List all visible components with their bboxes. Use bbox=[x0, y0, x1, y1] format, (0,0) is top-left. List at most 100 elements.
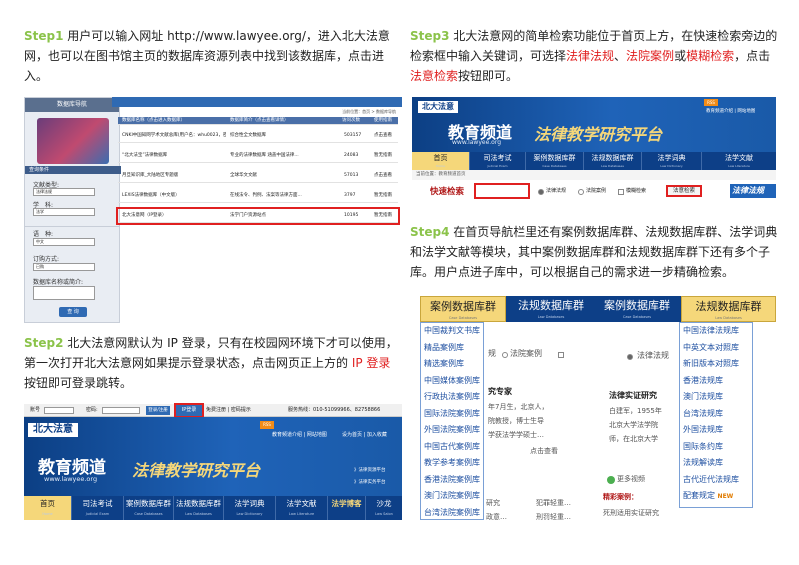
fuzzy-checkbox[interactable] bbox=[558, 352, 564, 358]
doc-type-select[interactable]: 法律法规 bbox=[33, 188, 95, 196]
law-db-item[interactable]: 澳门法规库 bbox=[680, 389, 752, 406]
quick-search-input[interactable] bbox=[474, 183, 530, 199]
nav-en: Law Databases bbox=[601, 164, 624, 168]
case-db-item[interactable]: 中国裁判文书库 bbox=[421, 323, 483, 340]
law-db-item[interactable]: 中国法律法规库 bbox=[680, 323, 752, 340]
radio-laws[interactable] bbox=[627, 354, 633, 360]
col-header-visits: 访问次数 bbox=[342, 118, 360, 123]
radio-cases[interactable] bbox=[502, 352, 508, 358]
row-guide[interactable]: 暂无指南 bbox=[374, 149, 400, 163]
table-row[interactable]: CNKI中国知网学术文献总库(用户名：whu0023，密码... 综合性全文数据… bbox=[118, 129, 398, 143]
nav-blog[interactable]: 法学博客 bbox=[328, 496, 366, 520]
language-select[interactable]: 中文 bbox=[33, 238, 95, 246]
case-db-item[interactable]: 精品案例库 bbox=[421, 340, 483, 357]
nav-literature[interactable]: 法学文献 Law Literature bbox=[702, 152, 776, 170]
nav-dictionary[interactable]: 法学词典 Law Dictionary bbox=[642, 152, 702, 170]
tab-case-databases[interactable]: 案例数据库群 Case Databases bbox=[593, 296, 681, 322]
law-db-item[interactable]: 台湾法规库 bbox=[680, 406, 752, 423]
header-links[interactable]: 教育频道介绍 | 网站地图 bbox=[706, 108, 774, 114]
law-db-item[interactable]: 外国法规库 bbox=[680, 422, 752, 439]
table-row[interactable]: LEXIS法律数据库（中文版） 在线法令、判例、法案等法律方面... 3797 … bbox=[118, 189, 398, 203]
query-button[interactable]: 查 询 bbox=[59, 307, 87, 317]
case-db-item[interactable]: 国际法院案例库 bbox=[421, 406, 483, 423]
bg-more-link[interactable]: 点击查看 bbox=[530, 446, 590, 456]
radio-laws[interactable] bbox=[538, 189, 544, 195]
nav-dictionary[interactable]: 法学词典 Law Dictionary bbox=[224, 496, 276, 520]
lawyee-logo[interactable]: 北大法意 bbox=[418, 101, 458, 113]
rss-icon[interactable]: RSS bbox=[260, 421, 274, 429]
law-db-item[interactable]: 法规解读库 bbox=[680, 455, 752, 472]
nav-literature[interactable]: 法学文献 Law Literature bbox=[276, 496, 328, 520]
login-button[interactable]: 登录/注册 bbox=[146, 406, 170, 415]
row-name[interactable]: 月旦知识库_大陆地区专题版 bbox=[122, 169, 226, 183]
nav-en: Law Dictionary bbox=[236, 512, 263, 516]
rss-icon[interactable]: RSS bbox=[704, 99, 718, 106]
table-row-highlighted[interactable]: 北大法意网（IP登录） 法学门户资源站点 10195 暂无指南 bbox=[116, 207, 400, 225]
law-db-item[interactable]: 古代近代法规库 bbox=[680, 472, 752, 489]
header-links[interactable]: 教育频道介绍 | 网站地图 bbox=[272, 431, 332, 438]
table-row[interactable]: 月旦知识库_大陆地区专题版 全球华文文献 57013 点击查看 bbox=[118, 169, 398, 183]
case-db-item[interactable]: 澳门法院案例库 bbox=[421, 488, 483, 505]
ip-login-button[interactable]: IP登录 bbox=[174, 403, 204, 418]
resource-link[interactable]: 》法律资源平台 bbox=[354, 467, 400, 473]
case-db-item[interactable]: 精选案例库 bbox=[421, 356, 483, 373]
step3-or: 或 bbox=[674, 49, 687, 63]
lawyee-logo[interactable]: 北大法意 bbox=[28, 423, 78, 437]
tab-law-databases[interactable]: 法规数据库群 Law Databases bbox=[506, 296, 596, 322]
table-row[interactable]: “北大法宝”法律数据库 专业的法律数据库 涵盖中国法律... 24083 暂无指… bbox=[118, 149, 398, 163]
row-name[interactable]: LEXIS法律数据库（中文版） bbox=[122, 189, 226, 203]
case-db-item[interactable]: 台湾法院案例库 bbox=[421, 505, 483, 521]
nav-home[interactable]: 首页 Home bbox=[24, 496, 72, 520]
case-db-item[interactable]: 中国古代案例库 bbox=[421, 439, 483, 456]
nav-judicial-exam[interactable]: 司法考试 Judicial Exam bbox=[470, 152, 526, 170]
tab-case-databases[interactable]: 案例数据库群 Case Databases bbox=[420, 296, 506, 322]
nav-law-db[interactable]: 法规数据库群 Law Databases bbox=[584, 152, 642, 170]
step2-ip-login: IP 登录 bbox=[351, 356, 391, 370]
row-name[interactable]: CNKI中国知网学术文献总库(用户名：whu0023，密码... bbox=[122, 129, 226, 143]
nav-law-db[interactable]: 法规数据库群 Law Databases bbox=[174, 496, 224, 520]
nav-judicial-exam[interactable]: 司法考试 Judicial Exam bbox=[72, 496, 124, 520]
subject-select[interactable]: 法学 bbox=[33, 208, 95, 216]
law-db-item[interactable]: 国际条约库 bbox=[680, 439, 752, 456]
register-links[interactable]: 免费注册 | 密码提示 bbox=[206, 404, 266, 417]
bookmark-links[interactable]: 设为首页 | 加入收藏 bbox=[342, 431, 398, 438]
tab-law-databases[interactable]: 法规数据库群 Law Databases bbox=[681, 296, 776, 322]
law-db-item[interactable]: 新旧版本对照库 bbox=[680, 356, 752, 373]
step4-body: 在首页导航栏里还有案例数据库群、法规数据库群、法学词典和法学文献等模块，其中案例… bbox=[410, 225, 778, 279]
case-db-item[interactable]: 香港法院案例库 bbox=[421, 472, 483, 489]
law-db-item[interactable]: 香港法规库 bbox=[680, 373, 752, 390]
law-db-item[interactable]: 中英文本对照库 bbox=[680, 340, 752, 357]
law-db-item-supporting[interactable]: 配套规定 NEW bbox=[680, 488, 752, 505]
account-input[interactable] bbox=[44, 407, 74, 414]
case-db-item[interactable]: 行政执法案例库 bbox=[421, 389, 483, 406]
row-guide[interactable]: 点击查看 bbox=[374, 169, 400, 183]
nav-case-db[interactable]: 案例数据库群 Case Databases bbox=[526, 152, 584, 170]
bg-text: 法律实证研究 bbox=[609, 391, 657, 400]
fuzzy-checkbox[interactable] bbox=[618, 189, 624, 195]
step3-body-c: 按钮即可。 bbox=[458, 69, 519, 83]
nav-label: 法学词典 bbox=[657, 154, 686, 162]
radio-cases[interactable] bbox=[578, 189, 584, 195]
nav-case-db[interactable]: 案例数据库群 Case Databases bbox=[124, 496, 174, 520]
laws-banner[interactable]: 法律法规 bbox=[730, 184, 776, 198]
nav-salon[interactable]: 沙龙 Law Salon bbox=[366, 496, 402, 520]
row-intro: 专业的法律数据库 涵盖中国法律... bbox=[230, 153, 299, 158]
step2-text: Step2 北大法意网默认为 IP 登录，只有在校园网环境下才可以使用，第一次打… bbox=[24, 333, 402, 393]
order-select[interactable]: 已购 bbox=[33, 263, 95, 271]
more-videos-link[interactable]: 更多视频 bbox=[617, 474, 677, 484]
case-db-item[interactable]: 外国法院案例库 bbox=[421, 422, 483, 439]
bg-text[interactable]: 死刑适用实证研究 bbox=[603, 508, 683, 518]
row-name[interactable]: “北大法宝”法律数据库 bbox=[122, 149, 226, 163]
lawyee-search-button[interactable]: 法意检索 bbox=[666, 185, 702, 197]
site-url: www.lawyee.org bbox=[44, 475, 98, 483]
password-input[interactable] bbox=[102, 407, 140, 414]
row-guide[interactable]: 点击查看 bbox=[374, 129, 400, 143]
db-name-input[interactable] bbox=[33, 286, 95, 300]
nav-home[interactable]: 首页 Home bbox=[412, 152, 470, 170]
row-guide[interactable]: 暂无指南 bbox=[374, 209, 400, 223]
practice-link[interactable]: 》法律实务平台 bbox=[354, 479, 400, 485]
case-db-item[interactable]: 中国媒体案例库 bbox=[421, 373, 483, 390]
row-name[interactable]: 北大法意网（IP登录） bbox=[122, 209, 226, 223]
row-guide[interactable]: 暂无指南 bbox=[374, 189, 400, 203]
case-db-item[interactable]: 教学参考案例库 bbox=[421, 455, 483, 472]
